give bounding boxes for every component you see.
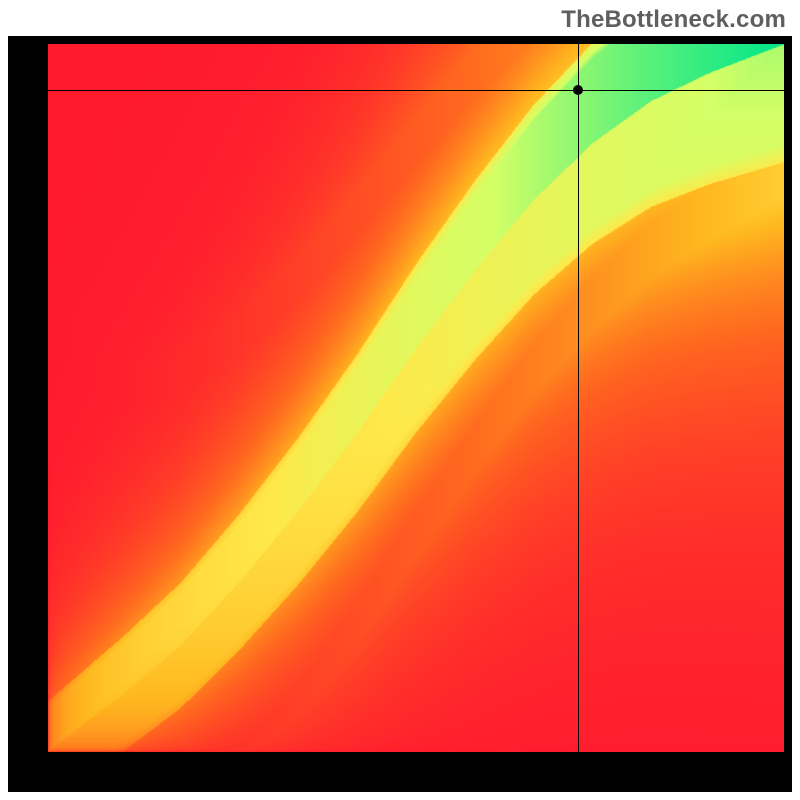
crosshair-horizontal bbox=[48, 90, 784, 91]
chart-frame bbox=[8, 36, 792, 792]
marker-dot bbox=[573, 85, 583, 95]
crosshair-vertical bbox=[578, 44, 579, 752]
heatmap-canvas bbox=[48, 44, 784, 752]
attribution-text: TheBottleneck.com bbox=[561, 0, 800, 36]
plot-area bbox=[48, 44, 784, 752]
